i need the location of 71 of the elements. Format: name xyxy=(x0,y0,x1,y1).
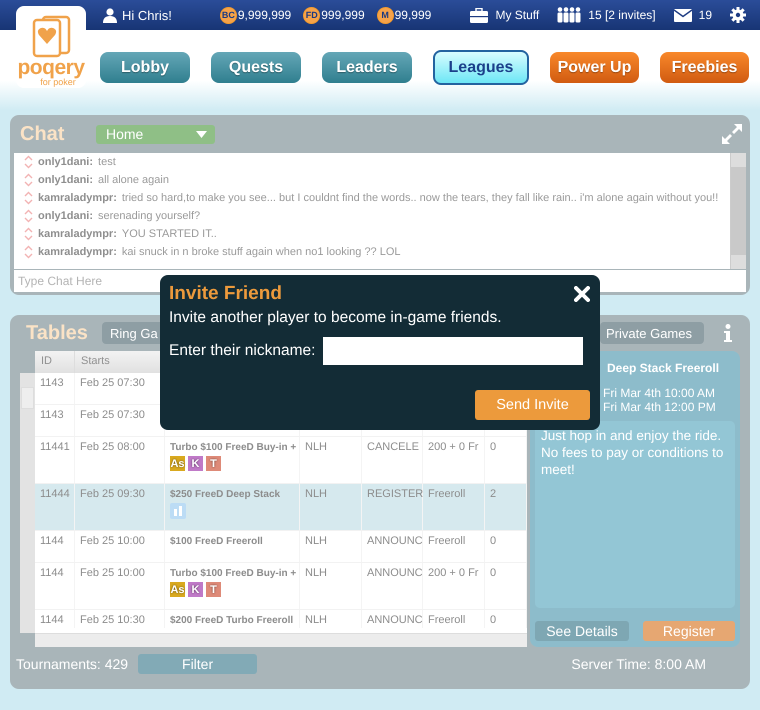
table-cell: 0 xyxy=(490,614,496,626)
table-cell: ANNOUNC xyxy=(367,614,423,626)
table-cell: 2 xyxy=(490,488,496,500)
table-cell: Freeroll xyxy=(428,535,466,547)
tag: T xyxy=(206,456,221,471)
table-cell: Feb 25 10:00 xyxy=(80,567,145,579)
tournament-date: Fri Mar 4th 10:00 AM xyxy=(603,386,716,400)
table-cell: Freeroll xyxy=(428,488,466,500)
table-cell: Freeroll xyxy=(428,614,466,626)
table-cell: 11444 xyxy=(40,488,70,500)
coin-badge: BC xyxy=(220,6,237,24)
tag: As xyxy=(170,456,185,471)
chat-message: tried so hard,to make you see... but I couldnt find the words.. now the tears, they fall like rain.. i'm alone again without you!! xyxy=(122,192,718,204)
table-cell: NLH xyxy=(305,614,328,626)
dialog-text: Invite another player to become in-game friends. xyxy=(169,309,503,327)
tournament-description: Just hop in and enjoy the ride. No fees to pay or conditions to meet! xyxy=(541,428,724,477)
nickname-label: Enter their nickname: xyxy=(169,342,316,360)
tournament-date: Fri Mar 4th 12:00 PM xyxy=(603,400,717,414)
chat-message: kai snuck in n broke stuff again when no1 looking ?? LOL xyxy=(122,246,401,258)
tournament-count: Tournaments: 429 xyxy=(16,656,128,672)
coin-badge: M xyxy=(376,6,394,24)
table-cell: 200 + 0 Fr xyxy=(428,441,478,453)
tag: K xyxy=(188,582,203,597)
coin-badge: FD xyxy=(303,6,320,24)
table-cell: 1144 xyxy=(40,614,64,626)
table-cell: NLH xyxy=(305,567,328,579)
table-cell: Feb 25 09:30 xyxy=(80,488,145,500)
greeting: Hi Chris! xyxy=(122,8,172,22)
table-cell: Turbo $100 FreeD Buy-in + xyxy=(170,568,296,579)
table-cell: $200 FreeD Turbo Freeroll xyxy=(170,615,294,626)
tournament-title: Deep Stack Freeroll xyxy=(607,361,720,375)
chat-message: all alone again xyxy=(98,174,169,186)
table-cell: 11441 xyxy=(40,441,70,453)
logo-wordmark: poqery xyxy=(17,58,84,78)
table-cell: 0 xyxy=(490,441,496,453)
chat-message: test xyxy=(98,156,116,168)
table-cell: Feb 25 07:30 xyxy=(80,409,145,421)
table-cell: NLH xyxy=(305,535,328,547)
dialog-title: Invite Friend xyxy=(169,283,282,305)
table-cell: 1144 xyxy=(40,567,64,579)
table-cell: 1143 xyxy=(40,409,64,421)
currency-amount: 9,999,999 xyxy=(238,8,292,22)
chat-message: YOU STARTED IT.. xyxy=(122,228,217,240)
table-cell: $100 FreeD Freeroll xyxy=(170,536,263,547)
table-cell: Feb 25 08:00 xyxy=(80,441,145,453)
table-cell: NLH xyxy=(305,441,328,453)
currency-amount: 999,999 xyxy=(321,8,365,22)
table-cell: Feb 25 10:30 xyxy=(80,614,145,626)
table-cell: 0 xyxy=(490,535,496,547)
table-cell: ANNOUNC xyxy=(367,567,423,579)
table-cell: 1143 xyxy=(40,377,64,389)
table-cell: Feb 25 07:30 xyxy=(80,377,145,389)
tag: T xyxy=(206,582,221,597)
table-cell: Turbo $100 FreeD Buy-in + xyxy=(170,442,296,453)
table-cell: REGISTER xyxy=(367,488,424,500)
currency-amount: 99,999 xyxy=(394,8,432,22)
logo-tagline: for poker xyxy=(40,78,76,87)
tag: K xyxy=(188,456,203,471)
tag: As xyxy=(170,582,185,597)
chat-title: Chat xyxy=(20,122,66,146)
table-cell: Feb 25 10:00 xyxy=(80,535,145,547)
table-cell: 200 + 0 Fr xyxy=(428,567,478,579)
table-cell: NLH xyxy=(305,488,328,500)
table-cell: 0 xyxy=(490,567,496,579)
table-cell: ANNOUNC xyxy=(367,535,423,547)
table-cell: CANCELE xyxy=(367,441,419,453)
chat-message: serenading yourself? xyxy=(98,210,200,222)
server-time: Server Time: 8:00 AM xyxy=(571,656,706,672)
table-cell: 1144 xyxy=(40,535,64,547)
table-cell: $250 FreeD Deep Stack xyxy=(170,489,280,500)
tables-title: Tables xyxy=(26,322,89,344)
